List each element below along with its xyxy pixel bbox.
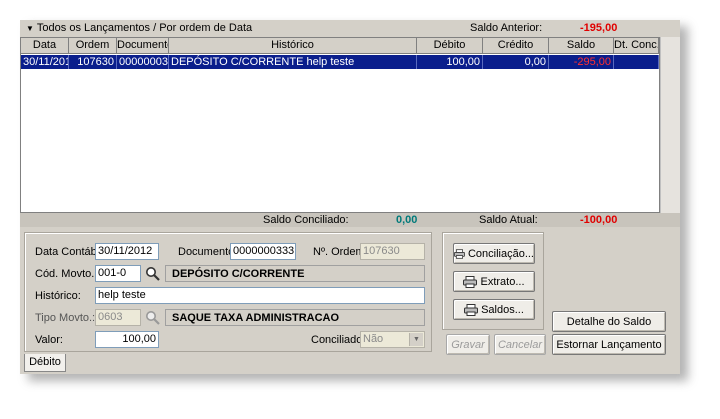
col-header-data[interactable]: Data bbox=[21, 38, 69, 54]
detalhe-saldo-button[interactable]: Detalhe do Saldo bbox=[552, 311, 666, 332]
grid-title[interactable]: ▼ Todos os Lançamentos / Por ordem de Dat… bbox=[26, 22, 252, 34]
cod-movto-label: Cód. Movto.: bbox=[35, 268, 98, 280]
cell-saldo: -295,00 bbox=[549, 55, 614, 69]
tipo-movto-input[interactable]: 0603 bbox=[95, 309, 141, 326]
tipo-movto-label: Tipo Movto.: bbox=[35, 312, 96, 324]
cod-movto-description: DEPÓSITO C/CORRENTE bbox=[165, 265, 425, 282]
table-row[interactable]: 30/11/2012 107630 0000000333 DEPÓSITO C/… bbox=[21, 55, 659, 69]
col-header-saldo[interactable]: Saldo bbox=[549, 38, 614, 54]
col-header-dt-conc[interactable]: Dt. Conc. bbox=[614, 38, 659, 54]
cell-data: 30/11/2012 bbox=[21, 55, 69, 69]
reports-panel: Conciliação... Extrato... Saldos... bbox=[442, 232, 544, 330]
col-header-ordem[interactable]: Ordem bbox=[69, 38, 117, 54]
saldo-anterior-value: -195,00 bbox=[580, 22, 618, 34]
saldo-anterior-label: Saldo Anterior: bbox=[470, 22, 543, 34]
conciliado-select[interactable]: Não ▼ bbox=[360, 331, 425, 348]
ordem-input[interactable]: 107630 bbox=[360, 243, 425, 260]
tipo-movto-description: SAQUE TAXA ADMINISTRACAO bbox=[165, 309, 425, 326]
search-icon[interactable] bbox=[144, 265, 161, 282]
grid-scrollbar[interactable] bbox=[660, 37, 680, 213]
saldos-button[interactable]: Saldos... bbox=[453, 299, 535, 320]
valor-label: Valor: bbox=[35, 334, 63, 346]
estornar-lancamento-button[interactable]: Estornar Lançamento bbox=[552, 334, 666, 355]
extrato-button[interactable]: Extrato... bbox=[453, 271, 535, 292]
cod-movto-input[interactable]: 001-0 bbox=[95, 265, 141, 282]
cell-historico: DEPÓSITO C/CORRENTE help teste bbox=[169, 55, 417, 69]
launch-window: ▼ Todos os Lançamentos / Por ordem de Dat… bbox=[20, 20, 680, 374]
saldo-conciliado-label: Saldo Conciliado: bbox=[263, 214, 349, 226]
documento-input[interactable]: 0000000333 bbox=[230, 243, 296, 260]
col-header-debito[interactable]: Débito bbox=[417, 38, 483, 54]
saldo-conciliado-value: 0,00 bbox=[396, 214, 418, 226]
col-header-historico[interactable]: Histórico bbox=[169, 38, 417, 54]
conciliacao-button[interactable]: Conciliação... bbox=[453, 243, 535, 264]
cell-debito: 100,00 bbox=[417, 55, 483, 69]
search-icon[interactable] bbox=[144, 309, 161, 326]
documento-label: Documento: bbox=[178, 246, 238, 258]
data-contabil-input[interactable]: 30/11/2012 bbox=[95, 243, 159, 260]
col-header-documento[interactable]: Documento bbox=[117, 38, 169, 54]
gravar-button[interactable]: Gravar bbox=[446, 334, 490, 355]
grid-title-bar: ▼ Todos os Lançamentos / Por ordem de Dat… bbox=[20, 20, 680, 37]
saldo-atual-label: Saldo Atual: bbox=[479, 214, 538, 226]
launch-grid: Data Ordem Documento Histórico Débito Cr… bbox=[20, 37, 660, 213]
cancelar-button[interactable]: Cancelar bbox=[494, 334, 546, 355]
conciliado-label: Conciliado: bbox=[311, 334, 366, 346]
summary-bar: Saldo Conciliado: 0,00 Saldo Atual: -100… bbox=[20, 213, 680, 227]
printer-icon bbox=[454, 248, 465, 259]
historico-label: Histórico: bbox=[35, 290, 81, 302]
cell-credito: 0,00 bbox=[483, 55, 549, 69]
historico-input[interactable]: help teste bbox=[95, 287, 425, 304]
cell-documento: 0000000333 bbox=[119, 55, 169, 69]
saldo-atual-value: -100,00 bbox=[580, 214, 618, 226]
tab-debito[interactable]: Débito bbox=[24, 354, 66, 372]
valor-input[interactable]: 100,00 bbox=[95, 331, 159, 348]
cell-dt-conc bbox=[614, 55, 659, 69]
cell-ordem: 107630 bbox=[69, 55, 117, 69]
entry-form-panel: Data Contábil: 30/11/2012 Documento: 000… bbox=[24, 232, 432, 352]
chevron-down-icon: ▼ bbox=[409, 333, 423, 346]
printer-icon bbox=[464, 303, 479, 316]
triangle-down-icon: ▼ bbox=[26, 24, 34, 33]
conciliado-value: Não bbox=[363, 333, 384, 345]
printer-icon bbox=[463, 275, 478, 288]
col-header-credito[interactable]: Crédito bbox=[483, 38, 549, 54]
